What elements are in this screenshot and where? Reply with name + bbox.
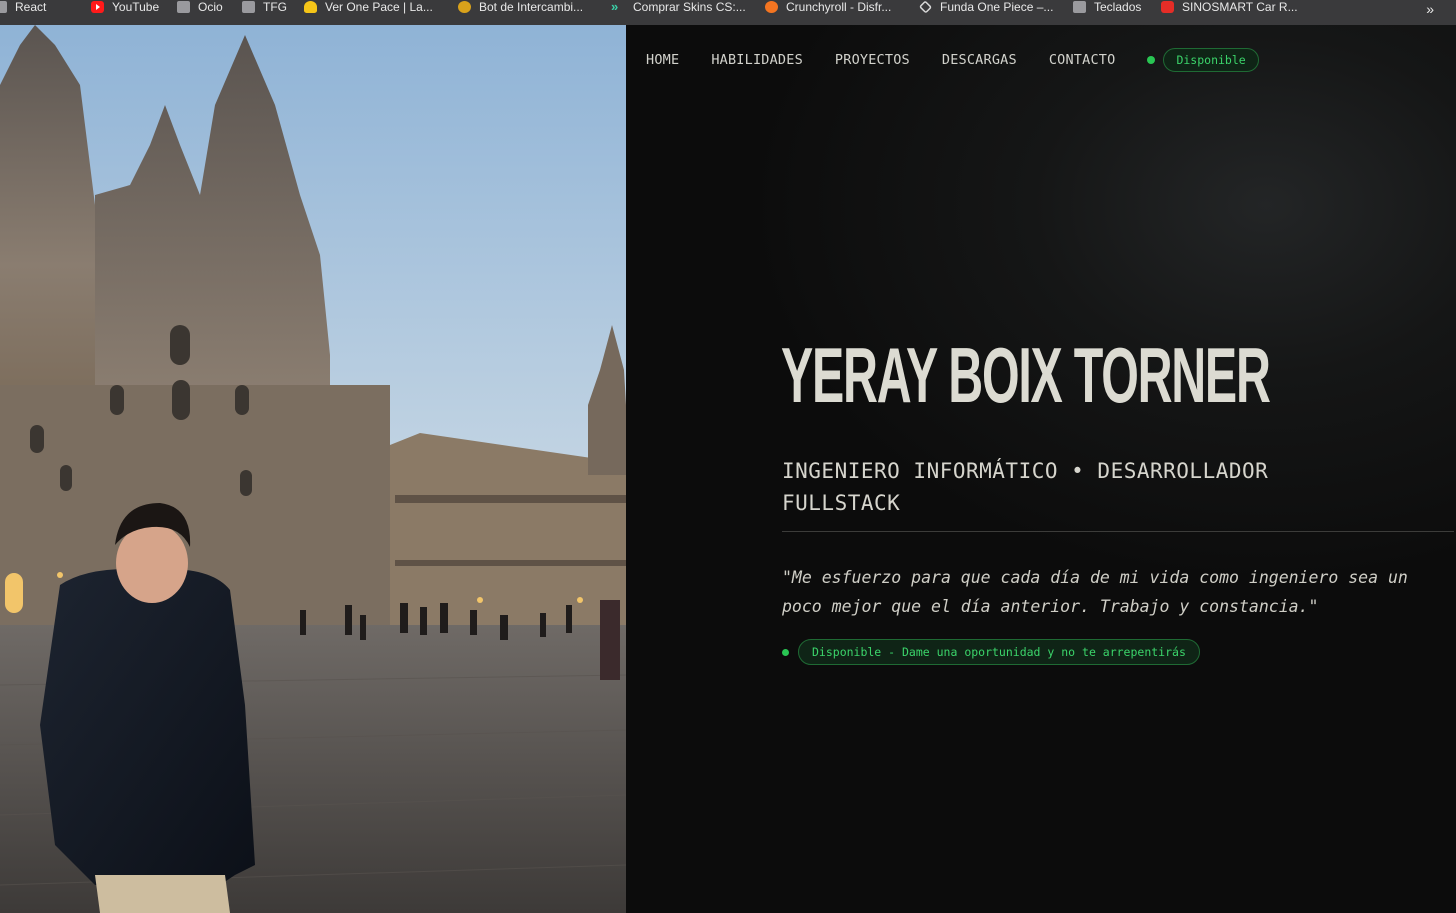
- straw-hat-icon: [304, 1, 317, 13]
- status-dot-icon: [782, 648, 789, 656]
- hexagon-icon: [918, 0, 933, 14]
- role-subtitle: INGENIERO INFORMÁTICO • DESARROLLADOR FU…: [782, 459, 1269, 515]
- aliexpress-icon: [1161, 1, 1174, 13]
- bookmark-teclados[interactable]: Teclados: [1073, 0, 1141, 14]
- youtube-icon: [91, 1, 104, 13]
- bookmark-react[interactable]: React: [0, 0, 46, 14]
- bookmark-label: Ocio: [198, 0, 223, 14]
- cathedral-photo: [0, 25, 626, 913]
- bookmarks-bar: React YouTube Ocio TFG Ver One Pace | La…: [0, 0, 1456, 25]
- main-nav: HOME HABILIDADES PROYECTOS DESCARGAS CON…: [646, 48, 1259, 72]
- bookmark-one-pace[interactable]: Ver One Pace | La...: [304, 0, 433, 14]
- bookmark-label: Teclados: [1094, 0, 1142, 14]
- bookmark-label: Bot de Intercambi...: [479, 0, 584, 14]
- nav-link-habilidades[interactable]: HABILIDADES: [711, 52, 803, 68]
- status-dot-icon: [1147, 56, 1156, 64]
- chevron-double-right-icon[interactable]: »: [1426, 1, 1434, 17]
- bookmark-funda[interactable]: Funda One Piece –...: [918, 0, 1054, 14]
- page-title: YERAY BOIX TORNER: [781, 331, 1271, 419]
- divider: [782, 531, 1454, 532]
- availability-badge: Disponible - Dame una oportunidad y no t…: [798, 639, 1200, 665]
- bookmark-ocio[interactable]: Ocio: [177, 0, 223, 14]
- bookmark-tfg[interactable]: TFG: [242, 0, 287, 14]
- nav-link-proyectos[interactable]: PROYECTOS: [835, 52, 910, 68]
- bookmark-label: Funda One Piece –...: [940, 0, 1054, 14]
- personal-quote: "Me esfuerzo para que cada día de mi vid…: [782, 568, 1408, 616]
- bookmark-label: Comprar Skins CS:...: [633, 0, 746, 14]
- bookmark-label: Ver One Pace | La...: [325, 0, 433, 14]
- availability-row: Disponible - Dame una oportunidad y no t…: [782, 639, 1200, 665]
- folder-icon: [177, 1, 190, 13]
- crunchyroll-icon: [765, 1, 778, 13]
- bookmark-label: Crunchyroll - Disfr...: [786, 0, 892, 14]
- bookmark-skins[interactable]: » Comprar Skins CS:...: [611, 0, 746, 14]
- bookmark-sinosmart[interactable]: SINOSMART Car R...: [1161, 0, 1298, 14]
- coin-icon: [458, 1, 471, 13]
- nav-link-descargas[interactable]: DESCARGAS: [942, 52, 1017, 68]
- bookmark-label: SINOSMART Car R...: [1182, 0, 1298, 14]
- bookmark-bot[interactable]: Bot de Intercambi...: [458, 0, 583, 14]
- folder-icon: [0, 1, 7, 13]
- nav-link-contacto[interactable]: CONTACTO: [1049, 52, 1116, 68]
- folder-icon: [242, 1, 255, 13]
- bookmark-label: YouTube: [112, 0, 160, 14]
- bookmark-label: React: [15, 0, 47, 14]
- status-badge: Disponible: [1163, 48, 1259, 72]
- folder-icon: [1073, 1, 1086, 13]
- arrow-logo-icon: »: [611, 0, 619, 14]
- bookmark-youtube[interactable]: YouTube: [91, 0, 159, 14]
- bookmark-crunchyroll[interactable]: Crunchyroll - Disfr...: [765, 0, 891, 14]
- hero-panel: HOME HABILIDADES PROYECTOS DESCARGAS CON…: [626, 25, 1456, 913]
- bookmark-label: TFG: [263, 0, 287, 14]
- hero-photo: [0, 25, 626, 913]
- nav-link-home[interactable]: HOME: [646, 52, 679, 68]
